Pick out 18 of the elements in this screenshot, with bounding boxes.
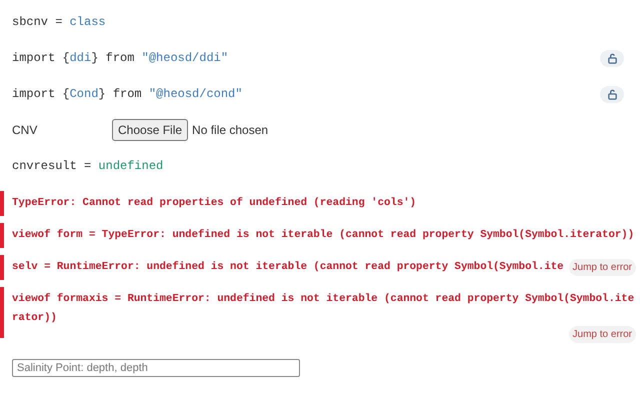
code-line: cnvresult = undefined [12, 158, 164, 175]
file-status: No file chosen [192, 122, 268, 139]
field-label: CNV [12, 122, 38, 139]
unlock-icon [606, 52, 618, 64]
code-line: sbcnv = class [12, 14, 106, 31]
error-message: TypeError: Cannot read properties of undefined (reading 'cols') [12, 196, 416, 211]
jump-to-error-button[interactable]: Jump to error [568, 259, 636, 276]
choose-file-button[interactable]: Choose File [112, 119, 188, 141]
code-line: import {Cond} from "@heosd/cond" [12, 86, 242, 103]
code-line: import {ddi} from "@heosd/ddi" [12, 50, 228, 67]
error-message: selv = RuntimeError: undefined is not iterable (cannot read property Symbol(Symbol.ite [12, 260, 564, 275]
error-message: viewof form = TypeError: undefined is not iterable (cannot read property Symbol(Symbol.iterator)) [12, 228, 634, 243]
error-message: viewof formaxis = RuntimeError: undefined is not iterable (cannot read property Symbol(Symbol.iterator)) [12, 292, 636, 326]
unlock-button[interactable] [600, 86, 624, 102]
jump-to-error-button[interactable]: Jump to error [568, 326, 636, 343]
unlock-icon [606, 88, 618, 100]
unlock-button[interactable] [600, 50, 624, 66]
salinity-input-field[interactable]: Salinity Point: depth, depth [12, 359, 300, 377]
